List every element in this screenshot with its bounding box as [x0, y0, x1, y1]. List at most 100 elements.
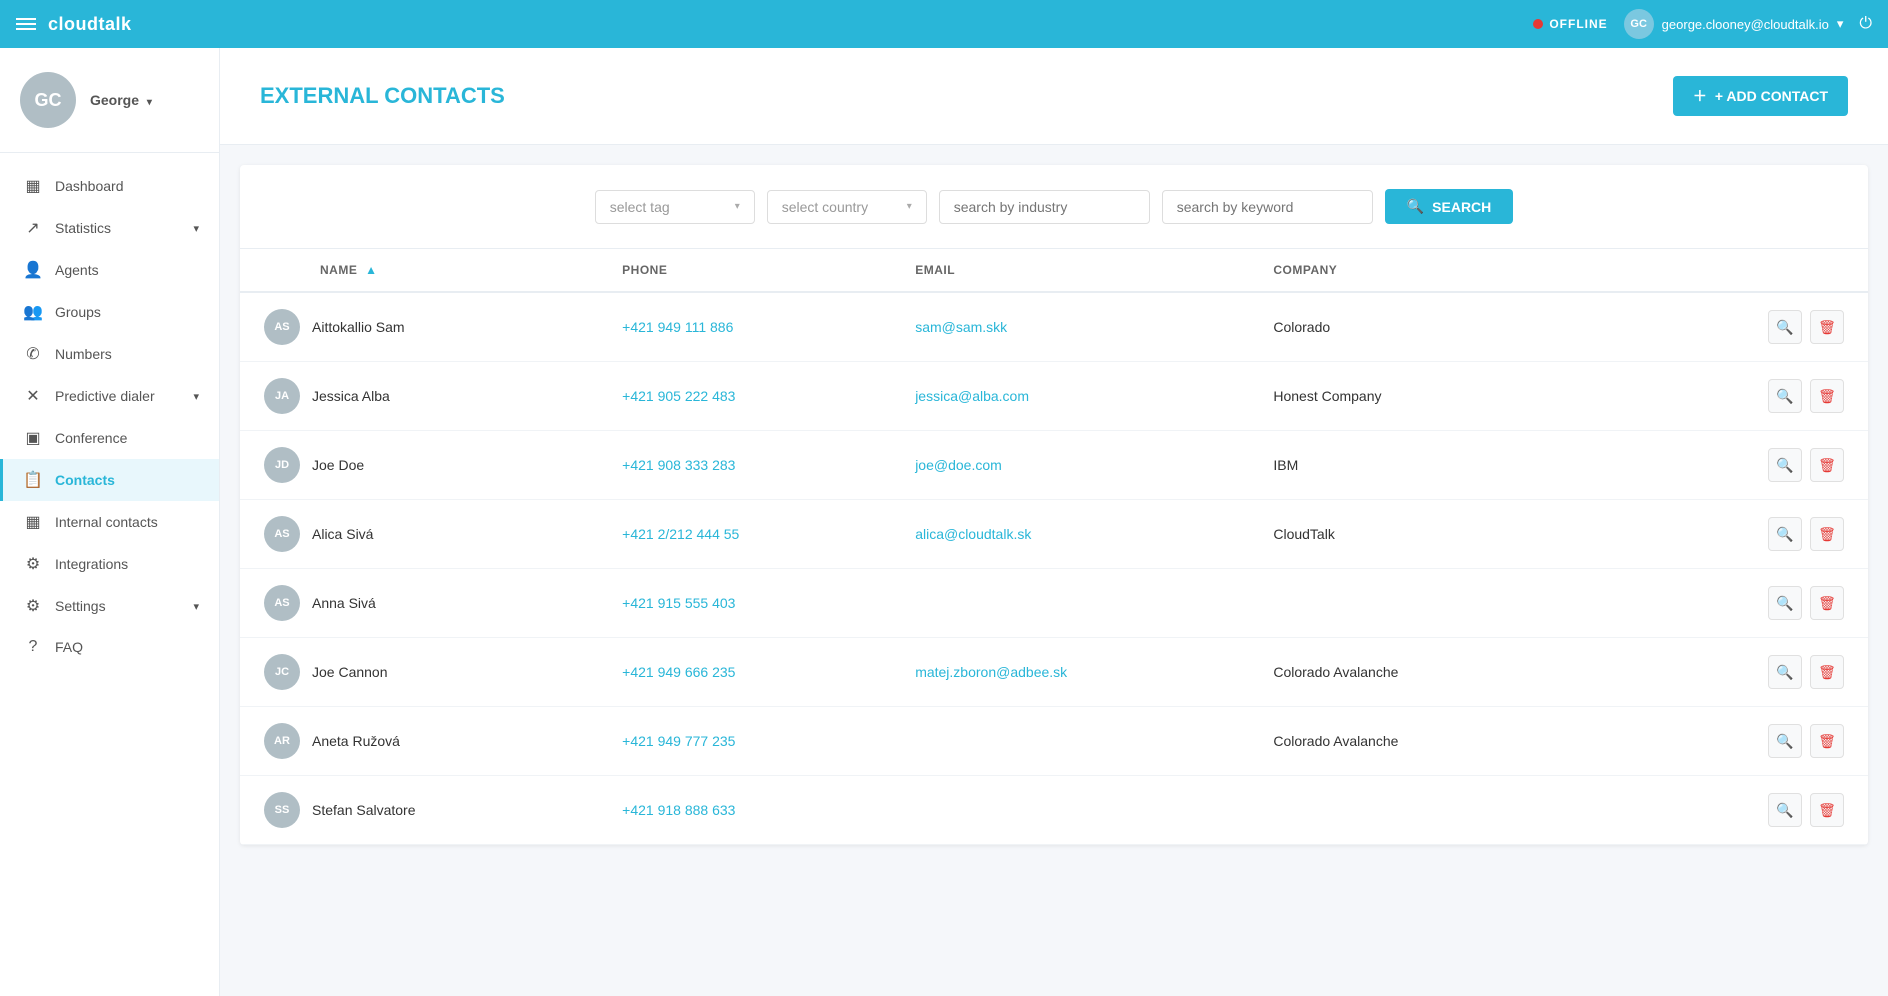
user-menu[interactable]: GC george.clooney@cloudtalk.io ▾ [1624, 9, 1844, 39]
delete-contact-button-6[interactable]: 🗑 [1810, 724, 1844, 758]
phone-link-0[interactable]: +421 949 111 886 [622, 319, 733, 335]
sidebar-item-integrations[interactable]: ⚙ Integrations [0, 543, 219, 585]
nav-icon-conference: ▣ [23, 428, 43, 448]
delete-contact-button-3[interactable]: 🗑 [1810, 517, 1844, 551]
phone-link-1[interactable]: +421 905 222 483 [622, 388, 735, 404]
cell-company-7 [1249, 776, 1607, 845]
email-link-1[interactable]: jessica@alba.com [915, 388, 1029, 404]
cell-actions-6: 🔍 🗑 [1608, 707, 1869, 776]
cell-actions-0: 🔍 🗑 [1608, 292, 1869, 362]
contact-name-cell-1: JA Jessica Alba [264, 378, 574, 414]
status-label: OFFLINE [1549, 17, 1607, 31]
sidebar-item-numbers[interactable]: ✆ Numbers [0, 333, 219, 375]
phone-link-3[interactable]: +421 2/212 444 55 [622, 526, 739, 542]
sidebar-user-name[interactable]: George ▾ [90, 92, 152, 108]
contact-name-text-0: Aittokallio Sam [312, 319, 405, 335]
search-contact-button-0[interactable]: 🔍 [1768, 310, 1802, 344]
cell-actions-1: 🔍 🗑 [1608, 362, 1869, 431]
row-actions-2: 🔍 🗑 [1632, 448, 1845, 482]
cell-phone-1: +421 905 222 483 [598, 362, 891, 431]
search-contact-button-5[interactable]: 🔍 [1768, 655, 1802, 689]
delete-contact-button-4[interactable]: 🗑 [1810, 586, 1844, 620]
phone-link-4[interactable]: +421 915 555 403 [622, 595, 735, 611]
cell-actions-3: 🔍 🗑 [1608, 500, 1869, 569]
nav-icon-settings: ⚙ [23, 596, 43, 616]
sidebar-item-predictive-dialer[interactable]: ✕ Predictive dialer ▾ [0, 375, 219, 417]
nav-label-integrations: Integrations [55, 556, 128, 572]
sidebar-item-statistics[interactable]: ↗ Statistics ▾ [0, 207, 219, 249]
offline-dot-icon [1533, 19, 1543, 29]
nav-label-internal-contacts: Internal contacts [55, 514, 158, 530]
phone-link-5[interactable]: +421 949 666 235 [622, 664, 735, 680]
contact-name-text-2: Joe Doe [312, 457, 364, 473]
search-contact-button-7[interactable]: 🔍 [1768, 793, 1802, 827]
search-contact-button-3[interactable]: 🔍 [1768, 517, 1802, 551]
table-row: JC Joe Cannon +421 949 666 235 matej.zbo… [240, 638, 1868, 707]
table-header-row: NAME ▲ PHONE EMAIL COMPANY [240, 249, 1868, 292]
nav-caret-icon-predictive-dialer: ▾ [193, 390, 199, 403]
page-header: EXTERNAL CONTACTS ＋ + ADD CONTACT [220, 48, 1888, 145]
sidebar-item-agents[interactable]: 👤 Agents [0, 249, 219, 291]
contact-name-cell-4: AS Anna Sivá [264, 585, 574, 621]
email-link-3[interactable]: alica@cloudtalk.sk [915, 526, 1031, 542]
delete-contact-button-0[interactable]: 🗑 [1810, 310, 1844, 344]
search-button[interactable]: 🔍 SEARCH [1385, 189, 1514, 224]
sidebar-item-internal-contacts[interactable]: ▦ Internal contacts [0, 501, 219, 543]
table-row: AS Alica Sivá +421 2/212 444 55 alica@cl… [240, 500, 1868, 569]
cell-name-6: AR Aneta Ružová [240, 707, 598, 776]
nav-icon-statistics: ↗ [23, 218, 43, 238]
avatar-5: JC [264, 654, 300, 690]
search-keyword-input[interactable] [1162, 190, 1373, 224]
power-button[interactable]: ⏻ [1859, 15, 1872, 33]
sidebar-item-groups[interactable]: 👥 Groups [0, 291, 219, 333]
nav-label-statistics: Statistics [55, 220, 111, 236]
phone-link-6[interactable]: +421 949 777 235 [622, 733, 735, 749]
row-actions-1: 🔍 🗑 [1632, 379, 1845, 413]
table-row: AS Aittokallio Sam +421 949 111 886 sam@… [240, 292, 1868, 362]
search-contact-button-4[interactable]: 🔍 [1768, 586, 1802, 620]
hamburger-menu[interactable] [16, 18, 36, 30]
table-row: JD Joe Doe +421 908 333 283 joe@doe.com … [240, 431, 1868, 500]
cell-name-0: AS Aittokallio Sam [240, 292, 598, 362]
table-row: JA Jessica Alba +421 905 222 483 jessica… [240, 362, 1868, 431]
email-link-5[interactable]: matej.zboron@adbee.sk [915, 664, 1067, 680]
search-contact-button-6[interactable]: 🔍 [1768, 724, 1802, 758]
sidebar-item-settings[interactable]: ⚙ Settings ▾ [0, 585, 219, 627]
nav-icon-dashboard: ▦ [23, 176, 43, 196]
contact-name-text-1: Jessica Alba [312, 388, 390, 404]
nav-icon-internal-contacts: ▦ [23, 512, 43, 532]
search-contact-button-1[interactable]: 🔍 [1768, 379, 1802, 413]
sidebar-item-dashboard[interactable]: ▦ Dashboard [0, 165, 219, 207]
cell-company-6: Colorado Avalanche [1249, 707, 1607, 776]
navbar-left: cloudtalk [16, 14, 132, 35]
select-country-dropdown[interactable]: select country ▾ [767, 190, 927, 224]
nav-label-conference: Conference [55, 430, 127, 446]
phone-link-7[interactable]: +421 918 888 633 [622, 802, 735, 818]
email-link-2[interactable]: joe@doe.com [915, 457, 1002, 473]
avatar-4: AS [264, 585, 300, 621]
nav-label-contacts: Contacts [55, 472, 115, 488]
select-tag-dropdown[interactable]: select tag ▾ [595, 190, 755, 224]
add-contact-button[interactable]: ＋ + ADD CONTACT [1673, 76, 1848, 116]
delete-contact-button-1[interactable]: 🗑 [1810, 379, 1844, 413]
sidebar-item-contacts[interactable]: 📋 Contacts [0, 459, 219, 501]
phone-link-2[interactable]: +421 908 333 283 [622, 457, 735, 473]
sidebar-item-faq[interactable]: ? FAQ [0, 627, 219, 667]
cell-phone-0: +421 949 111 886 [598, 292, 891, 362]
delete-contact-button-2[interactable]: 🗑 [1810, 448, 1844, 482]
email-link-0[interactable]: sam@sam.skk [915, 319, 1007, 335]
contact-name-text-7: Stefan Salvatore [312, 802, 416, 818]
nav-label-dashboard: Dashboard [55, 178, 124, 194]
search-industry-input[interactable] [939, 190, 1150, 224]
contacts-table: NAME ▲ PHONE EMAIL COMPANY AS Aittokalli… [240, 249, 1868, 845]
cell-company-4 [1249, 569, 1607, 638]
avatar: GC [20, 72, 76, 128]
delete-contact-button-5[interactable]: 🗑 [1810, 655, 1844, 689]
contact-name-text-4: Anna Sivá [312, 595, 376, 611]
nav-label-predictive-dialer: Predictive dialer [55, 388, 155, 404]
delete-contact-button-7[interactable]: 🗑 [1810, 793, 1844, 827]
search-contact-button-2[interactable]: 🔍 [1768, 448, 1802, 482]
col-header-company: COMPANY [1249, 249, 1607, 292]
sidebar-item-conference[interactable]: ▣ Conference [0, 417, 219, 459]
row-actions-7: 🔍 🗑 [1632, 793, 1845, 827]
